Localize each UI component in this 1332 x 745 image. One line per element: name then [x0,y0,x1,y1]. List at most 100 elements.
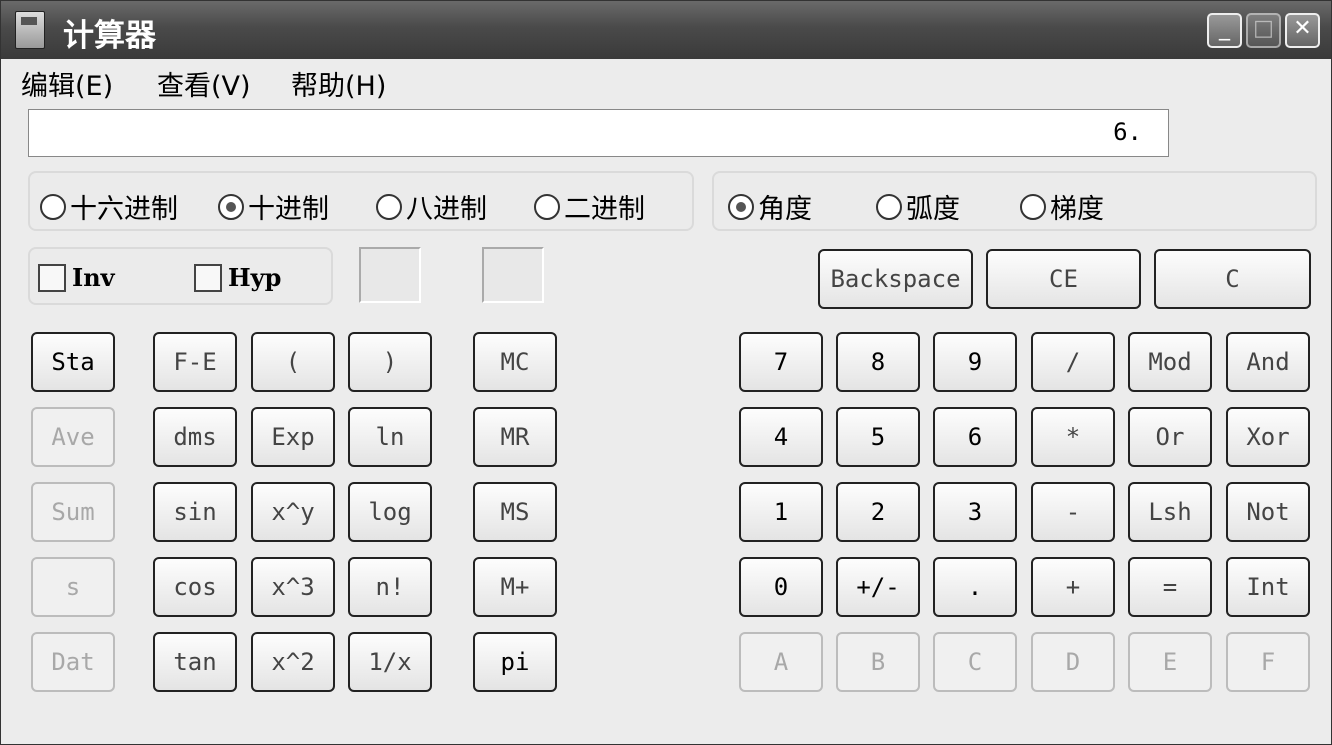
function-button[interactable]: 1/x [348,632,432,692]
function-button[interactable]: dms [153,407,237,467]
function-button[interactable]: ) [348,332,432,392]
menu-bar: 编辑(E) 查看(V) 帮助(H) [1,59,1331,103]
radio-indicator [376,193,402,220]
clear-button[interactable]: C [1154,249,1311,309]
stat-button-s[interactable]: s [31,557,115,617]
keypad-button[interactable]: Int [1226,557,1310,617]
inv-checkbox[interactable]: Inv [38,263,115,292]
radio-hex[interactable]: 十六进制 [40,187,178,226]
number-system-group: 十六进制 十进制 八进制 二进制 [28,171,694,231]
stat-button-ave[interactable]: Ave [31,407,115,467]
menu-edit[interactable]: 编辑(E) [21,64,113,103]
window-title: 计算器 [63,18,156,54]
stat-button-sum[interactable]: Sum [31,482,115,542]
radio-indicator [1020,193,1046,220]
radio-indicator [728,193,754,220]
keypad-button[interactable]: Not [1226,482,1310,542]
keypad-button[interactable]: + [1031,557,1115,617]
keypad-button[interactable]: And [1226,332,1310,392]
memory-button-m-plus[interactable]: M+ [473,557,557,617]
keypad-button[interactable]: 8 [836,332,920,392]
memory-button-mc[interactable]: MC [473,332,557,392]
radio-dec[interactable]: 十进制 [218,187,329,226]
parenthesis-indicator [359,247,421,303]
radio-oct-label: 八进制 [406,194,487,225]
close-button[interactable]: ✕ [1285,13,1320,48]
keypad-button[interactable]: 2 [836,482,920,542]
checkbox-box [194,263,222,292]
keypad-button[interactable]: 1 [739,482,823,542]
memory-indicator [482,247,544,303]
function-button[interactable]: n! [348,557,432,617]
calculator-app-icon [15,11,45,49]
keypad-button[interactable]: Or [1128,407,1212,467]
hyp-label: Hyp [228,263,282,292]
inv-hyp-group: Inv Hyp [28,247,333,305]
hyp-checkbox[interactable]: Hyp [194,263,281,292]
menu-view[interactable]: 查看(V) [157,64,251,103]
function-button[interactable]: cos [153,557,237,617]
function-button[interactable]: log [348,482,432,542]
keypad-button[interactable]: 9 [933,332,1017,392]
title-bar[interactable]: 计算器 _ □ ✕ [1,1,1331,59]
function-button[interactable]: x^2 [251,632,335,692]
radio-bin[interactable]: 二进制 [534,187,645,226]
radio-degrees-label: 角度 [758,194,812,225]
clear-entry-button[interactable]: CE [986,249,1141,309]
function-button[interactable]: Exp [251,407,335,467]
keypad-button[interactable]: D [1031,632,1115,692]
radio-grads[interactable]: 梯度 [1020,187,1104,226]
radio-degrees[interactable]: 角度 [728,187,812,226]
function-button[interactable]: x^y [251,482,335,542]
keypad-button[interactable]: Xor [1226,407,1310,467]
calculator-window: 计算器 _ □ ✕ 编辑(E) 查看(V) 帮助(H) 6. 十六进制 十进制 … [0,0,1332,745]
radio-grads-label: 梯度 [1050,194,1104,225]
radio-bin-label: 二进制 [564,194,645,225]
keypad-button[interactable]: / [1031,332,1115,392]
radio-radians[interactable]: 弧度 [876,187,960,226]
radio-indicator [218,193,244,220]
backspace-button[interactable]: Backspace [818,249,973,309]
keypad-button[interactable]: . [933,557,1017,617]
keypad-button[interactable]: Mod [1128,332,1212,392]
radio-indicator [876,193,902,220]
keypad-button[interactable]: C [933,632,1017,692]
keypad-button[interactable]: +/- [836,557,920,617]
memory-button-pi[interactable]: pi [473,632,557,692]
inv-label: Inv [72,263,115,292]
keypad-button[interactable]: 0 [739,557,823,617]
memory-button-mr[interactable]: MR [473,407,557,467]
radio-hex-label: 十六进制 [70,194,178,225]
function-button[interactable]: ln [348,407,432,467]
maximize-button[interactable]: □ [1246,13,1281,48]
keypad-button[interactable]: 5 [836,407,920,467]
keypad-button[interactable]: B [836,632,920,692]
function-button[interactable]: tan [153,632,237,692]
keypad-button[interactable]: F [1226,632,1310,692]
keypad-button[interactable]: 3 [933,482,1017,542]
keypad-button[interactable]: Lsh [1128,482,1212,542]
stat-button-sta[interactable]: Sta [31,332,115,392]
function-button[interactable]: x^3 [251,557,335,617]
function-button[interactable]: ( [251,332,335,392]
keypad-button[interactable]: * [1031,407,1115,467]
keypad-button[interactable]: A [739,632,823,692]
angle-unit-group: 角度 弧度 梯度 [712,171,1317,231]
stat-button-dat[interactable]: Dat [31,632,115,692]
memory-button-ms[interactable]: MS [473,482,557,542]
keypad-button[interactable]: 7 [739,332,823,392]
menu-help[interactable]: 帮助(H) [291,64,386,103]
display-value: 6. [1113,118,1142,146]
keypad-button[interactable]: 6 [933,407,1017,467]
minimize-button[interactable]: _ [1207,13,1242,48]
radio-oct[interactable]: 八进制 [376,187,487,226]
radio-indicator [40,193,66,220]
function-button[interactable]: F-E [153,332,237,392]
keypad-button[interactable]: = [1128,557,1212,617]
result-display: 6. [28,109,1169,157]
keypad-button[interactable]: E [1128,632,1212,692]
keypad-button[interactable]: 4 [739,407,823,467]
function-button[interactable]: sin [153,482,237,542]
keypad-button[interactable]: - [1031,482,1115,542]
radio-dec-label: 十进制 [248,194,329,225]
